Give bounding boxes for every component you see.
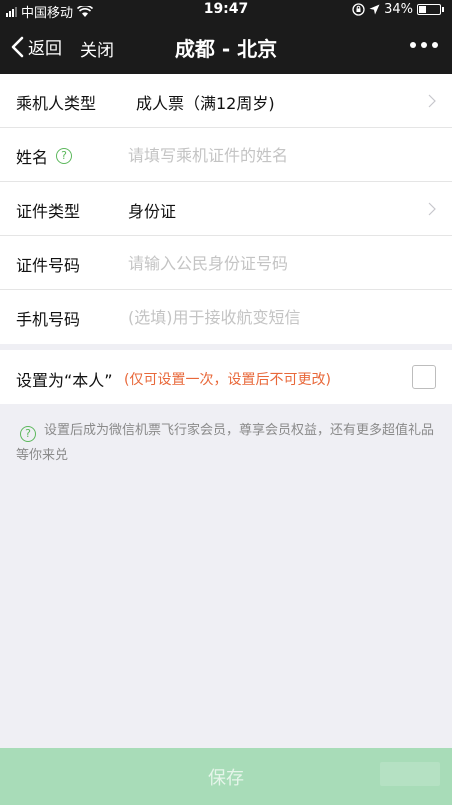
back-label: 返回 [28, 39, 62, 59]
nav-bar: 返回 关闭 成都 - 北京 [0, 20, 452, 74]
close-button[interactable]: 关闭 [80, 36, 114, 61]
name-label-wrap: 姓名 ? [16, 144, 73, 168]
id-number-row: 证件号码 [0, 236, 452, 290]
phone-row: 手机号码 [0, 290, 452, 344]
save-button-overlay [380, 762, 440, 786]
more-dots-icon[interactable] [408, 36, 440, 54]
battery-percent: 34% [384, 2, 413, 17]
chevron-right-icon [428, 94, 436, 108]
status-right: 34% [352, 2, 444, 17]
status-bar: 中国移动 19:47 34% [0, 0, 452, 21]
id-type-row[interactable]: 证件类型 身份证 [0, 182, 452, 236]
battery-icon [417, 4, 441, 15]
location-icon [369, 4, 380, 15]
member-info-text: 设置后成为微信机票飞行家会员，尊享会员权益，还有更多超值礼品等你来兑 [16, 423, 435, 463]
phone-label: 手机号码 [16, 310, 81, 329]
set-self-label: 设置为“本人” [16, 371, 113, 390]
rotation-lock-icon [352, 3, 365, 16]
member-info: ? 设置后成为微信机票飞行家会员，尊享会员权益，还有更多超值礼品等你来兑 [16, 418, 440, 468]
passenger-type-value: 成人票（满12周岁) [136, 94, 275, 113]
id-number-label: 证件号码 [16, 256, 81, 275]
id-type-label: 证件类型 [16, 202, 81, 221]
name-input[interactable] [128, 138, 428, 172]
set-self-checkbox[interactable] [412, 365, 436, 389]
id-type-value: 身份证 [128, 202, 177, 221]
passenger-type-row[interactable]: 乘机人类型 成人票（满12周岁) [0, 74, 452, 128]
phone-input[interactable] [128, 300, 428, 334]
name-row: 姓名 ? [0, 128, 452, 182]
back-button[interactable]: 返回 [10, 34, 62, 59]
battery-tip [442, 7, 444, 12]
page: 中国移动 19:47 34% 返回 关闭 成都 - 北京 乘机人类型 成人票（满… [0, 0, 452, 805]
chevron-right-icon [428, 202, 436, 216]
id-number-input[interactable] [128, 246, 428, 280]
name-label: 姓名 [16, 148, 49, 167]
set-self-row: 设置为“本人” (仅可设置一次，设置后不可更改) [0, 350, 452, 404]
help-icon[interactable]: ? [56, 148, 73, 164]
passenger-form: 乘机人类型 成人票（满12周岁) 姓名 ? 证件类型 身份证 证件号码 手机号码 [0, 74, 452, 344]
chevron-left-icon [11, 36, 24, 57]
set-self-note: (仅可设置一次，设置后不可更改) [124, 372, 331, 388]
help-icon: ? [20, 426, 36, 442]
battery-level [419, 6, 426, 13]
page-title: 成都 - 北京 [174, 37, 278, 61]
passenger-type-label: 乘机人类型 [16, 94, 97, 113]
